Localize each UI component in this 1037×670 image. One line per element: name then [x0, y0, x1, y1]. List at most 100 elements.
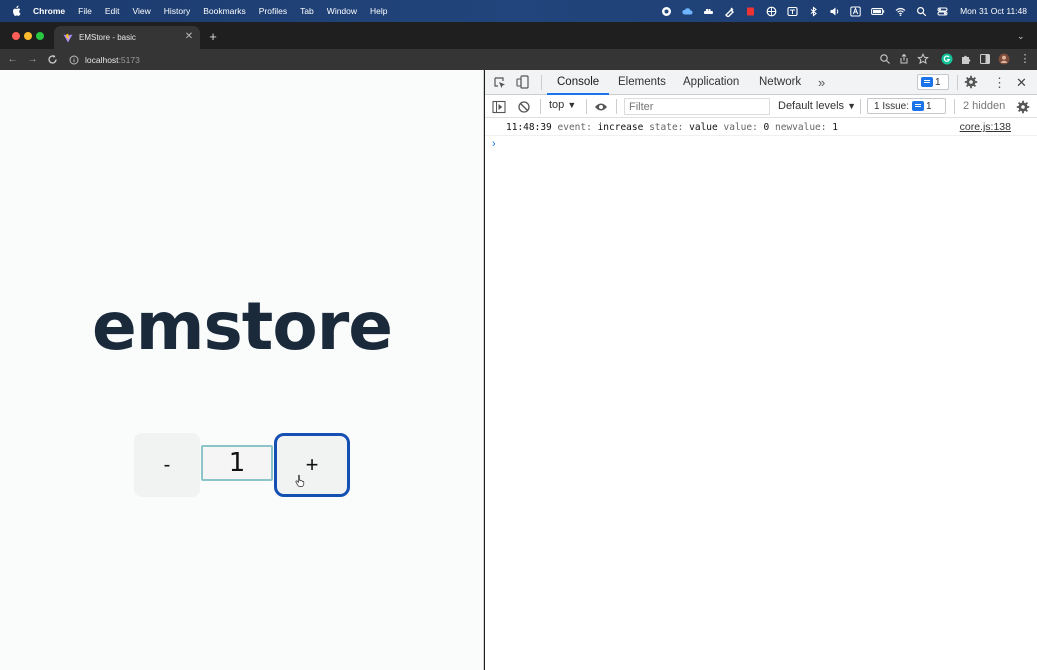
inspect-element-icon[interactable] — [493, 76, 507, 90]
tab-close-icon[interactable]: ✕ — [184, 32, 194, 42]
log-levels-label: Default levels — [778, 100, 845, 112]
more-tabs-chevron-icon[interactable]: » — [818, 70, 825, 95]
url-port: :5173 — [118, 54, 140, 65]
menu-tab[interactable]: Tab — [300, 6, 314, 16]
docker-icon[interactable] — [703, 6, 714, 17]
messages-badge[interactable]: 1 — [917, 74, 949, 90]
menu-app-name[interactable]: Chrome — [33, 6, 65, 16]
address-bar[interactable]: localhost:5173 — [65, 51, 875, 68]
translate-icon[interactable] — [787, 6, 798, 17]
menu-bookmarks[interactable]: Bookmarks — [203, 6, 246, 16]
message-flag-icon — [921, 77, 933, 87]
device-toolbar-icon[interactable] — [516, 75, 530, 89]
quantity-stepper: - + — [134, 433, 350, 497]
dropdown-arrow-icon: ▼ — [567, 100, 577, 110]
battery-icon[interactable] — [871, 6, 885, 17]
menu-edit[interactable]: Edit — [105, 6, 120, 16]
clear-console-icon[interactable] — [517, 100, 531, 114]
toolbar-divider — [586, 99, 587, 114]
console-log-entry: 11:48:39 event: increase state: value va… — [485, 119, 1037, 136]
decrement-button[interactable]: - — [134, 433, 200, 497]
menu-file[interactable]: File — [78, 6, 92, 16]
share-icon[interactable] — [898, 53, 910, 65]
cloud-icon[interactable] — [682, 6, 693, 17]
toolbar-divider — [616, 99, 617, 114]
log-levels-dropdown[interactable]: Default levels ▼ — [778, 100, 856, 112]
red-app-icon[interactable] — [745, 6, 756, 17]
globe-icon[interactable] — [766, 6, 777, 17]
window-minimize-button[interactable] — [24, 32, 32, 40]
new-tab-icon[interactable]: + — [206, 30, 220, 44]
web-page-viewport: emstore - + — [0, 70, 484, 670]
quantity-input[interactable] — [201, 445, 273, 481]
console-filter-input[interactable] — [624, 98, 770, 115]
browser-tab[interactable]: EMStore - basic ✕ — [54, 26, 200, 49]
back-icon[interactable]: ← — [6, 53, 19, 66]
menu-help[interactable]: Help — [370, 6, 387, 16]
macos-menubar: Chrome File Edit View History Bookmarks … — [0, 0, 1037, 22]
menu-view[interactable]: View — [132, 6, 150, 16]
sidebar-toggle-icon[interactable] — [492, 100, 506, 114]
hidden-messages-count: 2 hidden — [963, 100, 1006, 112]
wifi-icon[interactable] — [895, 6, 906, 17]
log-key-newvalue: newvalue: — [775, 122, 827, 133]
increment-button[interactable]: + — [274, 433, 350, 497]
close-devtools-icon[interactable]: ✕ — [1016, 70, 1027, 95]
input-source-icon[interactable] — [850, 6, 861, 17]
settings-gear-icon[interactable] — [964, 75, 978, 89]
log-source-link[interactable]: core.js:138 — [960, 119, 1011, 136]
console-prompt-chevron-icon[interactable]: › — [492, 138, 496, 150]
bluetooth-icon[interactable] — [808, 5, 819, 17]
side-panel-icon[interactable] — [979, 53, 991, 65]
volume-icon[interactable] — [829, 6, 840, 17]
menu-window[interactable]: Window — [327, 6, 357, 16]
apple-icon[interactable] — [11, 5, 23, 17]
log-timestamp: 11:48:39 — [506, 122, 552, 133]
forward-icon[interactable]: → — [26, 53, 39, 66]
url-host: localhost — [85, 54, 119, 65]
log-val-event: increase — [597, 122, 644, 133]
chrome-menu-icon[interactable]: ⋮ — [1019, 53, 1031, 65]
tab-application[interactable]: Application — [683, 70, 739, 95]
context-selector[interactable]: top ▼ — [549, 99, 576, 111]
tab-elements[interactable]: Elements — [618, 70, 666, 95]
control-center-icon[interactable] — [937, 6, 948, 17]
browser-toolbar: ← → localhost:5173 ⋮ — [0, 49, 1037, 70]
profile-avatar[interactable] — [998, 53, 1010, 65]
grammarly-icon[interactable] — [941, 53, 953, 65]
window-zoom-button[interactable] — [36, 32, 44, 40]
vite-favicon-icon — [63, 33, 73, 42]
extensions-puzzle-icon[interactable] — [960, 53, 972, 65]
brand-logo-text: emstore — [91, 288, 393, 365]
menu-profiles[interactable]: Profiles — [259, 6, 287, 16]
record-icon[interactable] — [661, 6, 672, 17]
spotlight-search-icon[interactable] — [916, 6, 927, 17]
issues-count: 1 — [926, 100, 932, 112]
tab-console[interactable]: Console — [547, 70, 610, 95]
devtools-panel: Console Elements Application Network » 1… — [485, 70, 1037, 670]
zoom-icon[interactable] — [879, 53, 891, 65]
context-value: top — [549, 99, 565, 111]
menubar-clock[interactable]: Mon 31 Oct 11:48 — [960, 6, 1027, 16]
tool-icon[interactable] — [724, 6, 735, 17]
log-val-value: 0 — [763, 122, 770, 133]
window-close-button[interactable] — [12, 32, 20, 40]
tab-network[interactable]: Network — [759, 70, 801, 95]
live-expression-eye-icon[interactable] — [594, 100, 608, 114]
toolbar-divider — [954, 99, 955, 114]
toolbar-divider — [957, 75, 958, 90]
reload-icon[interactable] — [46, 53, 59, 66]
devtools-menu-icon[interactable]: ⋮ — [993, 70, 1006, 95]
bookmark-star-icon[interactable] — [917, 53, 929, 65]
hand-pointer-cursor-icon — [295, 474, 305, 487]
issues-label: 1 Issue: — [874, 100, 910, 112]
devtools-tabbar: Console Elements Application Network » 1… — [485, 70, 1037, 95]
log-val-state: value — [689, 122, 718, 133]
site-info-icon[interactable] — [69, 55, 79, 65]
menu-history[interactable]: History — [164, 6, 190, 16]
log-message: 11:48:39 event: increase state: value va… — [506, 119, 838, 136]
console-toolbar: top ▼ Default levels ▼ 1 Issue: 1 2 hidd… — [485, 96, 1037, 118]
issues-button[interactable]: 1 Issue: 1 — [867, 98, 946, 114]
console-settings-gear-icon[interactable] — [1016, 100, 1030, 114]
tab-search-chevron-icon[interactable]: ⌄ — [1017, 31, 1029, 41]
